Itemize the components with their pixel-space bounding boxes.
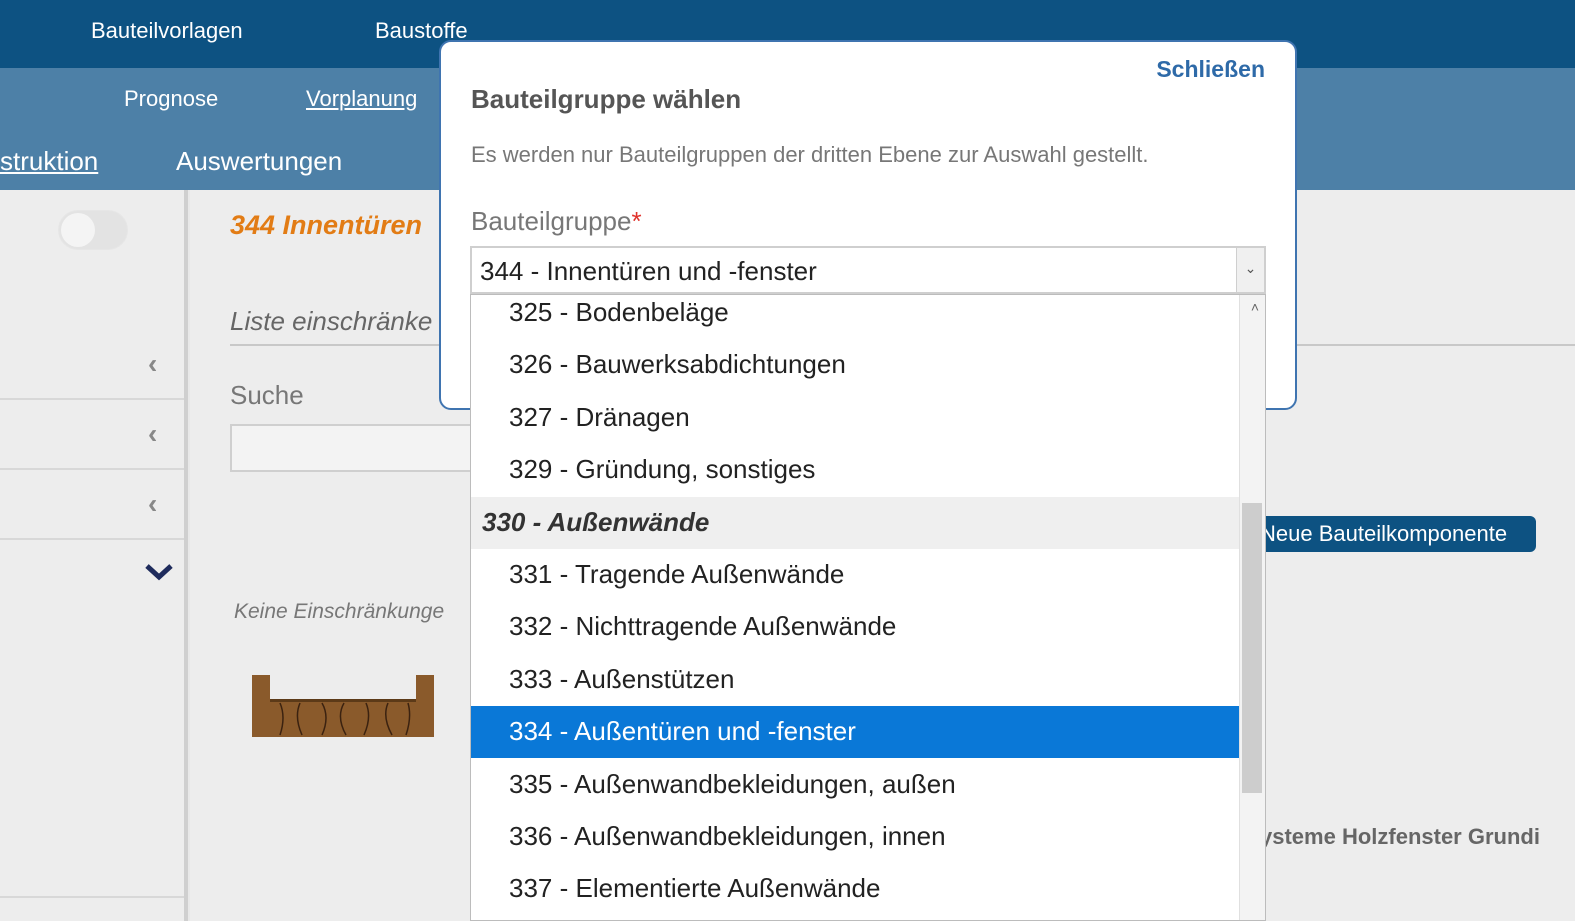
dropdown-option[interactable]: 331 - Tragende Außenwände <box>471 549 1239 601</box>
scroll-up-icon[interactable]: ˄ <box>1251 299 1259 315</box>
dialog-info: Es werden nur Bauteilgruppen der dritten… <box>471 142 1149 167</box>
sidebar-row[interactable]: ‹ <box>0 330 184 400</box>
nav-prognose[interactable]: Prognose <box>124 86 218 112</box>
dropdown-option[interactable]: 333 - Außenstützen <box>471 654 1239 706</box>
dropdown-option[interactable]: 327 - Dränagen <box>471 392 1239 444</box>
search-label: Suche <box>230 380 304 410</box>
nav-auswertungen[interactable]: Auswertungen <box>176 146 342 177</box>
dropdown-option[interactable]: 329 - Gründung, sonstiges <box>471 444 1239 496</box>
nav-vorplanung[interactable]: Vorplanung <box>306 86 417 112</box>
field-label: Bauteilgruppe* <box>471 206 642 237</box>
dropdown-option[interactable]: 332 - Nichttragende Außenwände <box>471 601 1239 653</box>
dialog-title: Bauteilgruppe wählen <box>471 84 742 114</box>
sidebar-row[interactable]: ‹ <box>0 400 184 470</box>
required-marker: * <box>631 206 642 236</box>
left-sidebar: ‹ ‹ ‹ <box>0 190 188 921</box>
dropdown-option[interactable]: 334 - Außentüren und -fenster <box>471 706 1239 759</box>
chevron-left-icon[interactable]: ‹ <box>148 348 157 380</box>
dropdown-option[interactable]: 326 - Bauwerksabdichtungen <box>471 339 1239 391</box>
chevron-down-icon[interactable] <box>144 562 174 582</box>
restrict-list-label: Liste einschränke <box>230 306 433 336</box>
nav-bauteilvorlagen[interactable]: Bauteilvorlagen <box>91 18 243 44</box>
close-button[interactable]: Schließen <box>1156 56 1265 83</box>
dropdown-option[interactable]: 336 - Außenwandbekleidungen, innen <box>471 811 1239 863</box>
scrollbar[interactable]: ˄ <box>1239 295 1265 920</box>
no-restrictions-text: Keine Einschränkunge <box>234 600 445 623</box>
toggle-knob <box>61 213 95 247</box>
chevron-left-icon[interactable]: ‹ <box>148 488 157 520</box>
page-title: 344 Innentüren <box>230 210 423 240</box>
chevron-down-icon[interactable]: ⌄ <box>1236 248 1264 292</box>
nav-konstruktion[interactable]: struktion <box>0 146 98 177</box>
new-component-button[interactable]: Neue Bauteilkomponente <box>1250 516 1536 552</box>
dropdown-group-header: 330 - Außenwände <box>471 496 1239 549</box>
dropdown-option[interactable]: 335 - Außenwandbekleidungen, außen <box>471 759 1239 811</box>
view-toggle[interactable] <box>58 210 128 250</box>
dropdown-option[interactable]: 337 - Elementierte Außenwände <box>471 863 1239 915</box>
scrollbar-thumb[interactable] <box>1242 503 1262 793</box>
sidebar-row[interactable]: ‹ <box>0 470 184 540</box>
field-label-text: Bauteilgruppe <box>471 206 632 236</box>
component-name: ysteme Holzfenster Grundi <box>1260 824 1540 849</box>
bauteilgruppe-select[interactable]: 344 - Innentüren und -fenster ⌄ <box>470 246 1266 294</box>
chevron-left-icon[interactable]: ‹ <box>148 418 157 450</box>
sidebar-divider <box>0 896 184 898</box>
component-thumbnail <box>252 675 434 737</box>
dropdown-list[interactable]: 325 - Bodenbeläge 326 - Bauwerksabdichtun… <box>470 294 1266 921</box>
selected-value: 344 - Innentüren und -fenster <box>480 256 817 286</box>
dropdown-option[interactable]: 325 - Bodenbeläge <box>471 295 1239 339</box>
